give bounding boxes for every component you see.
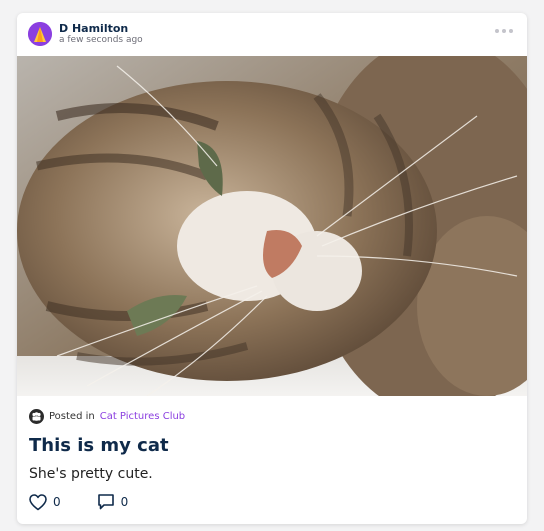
comment-count: 0 [120, 495, 129, 509]
more-dot [509, 29, 513, 33]
post-timestamp: a few seconds ago [59, 35, 143, 45]
like-count: 0 [53, 495, 61, 509]
comment-button[interactable]: 0 [97, 493, 129, 511]
comment-icon [97, 494, 114, 510]
post-actions: 0 0 [29, 493, 128, 511]
posted-in-label: Posted in [49, 410, 95, 422]
posted-in-line: Posted in Cat Pictures Club [29, 409, 185, 424]
post-title[interactable]: This is my cat [29, 434, 169, 458]
post-card: D Hamilton a few seconds ago Posted in C… [17, 13, 527, 524]
heart-icon [29, 493, 47, 510]
post-header: D Hamilton a few seconds ago [17, 13, 527, 56]
group-icon [29, 409, 44, 424]
user-avatar-icon[interactable] [28, 22, 52, 46]
more-options-icon[interactable] [495, 29, 513, 33]
like-button[interactable]: 0 [29, 493, 61, 511]
author-name[interactable]: D Hamilton [59, 22, 128, 35]
more-dot [495, 29, 499, 33]
post-body: She's pretty cute. [29, 466, 153, 482]
post-image[interactable] [17, 56, 527, 396]
group-link[interactable]: Cat Pictures Club [100, 411, 185, 423]
more-dot [502, 29, 506, 33]
